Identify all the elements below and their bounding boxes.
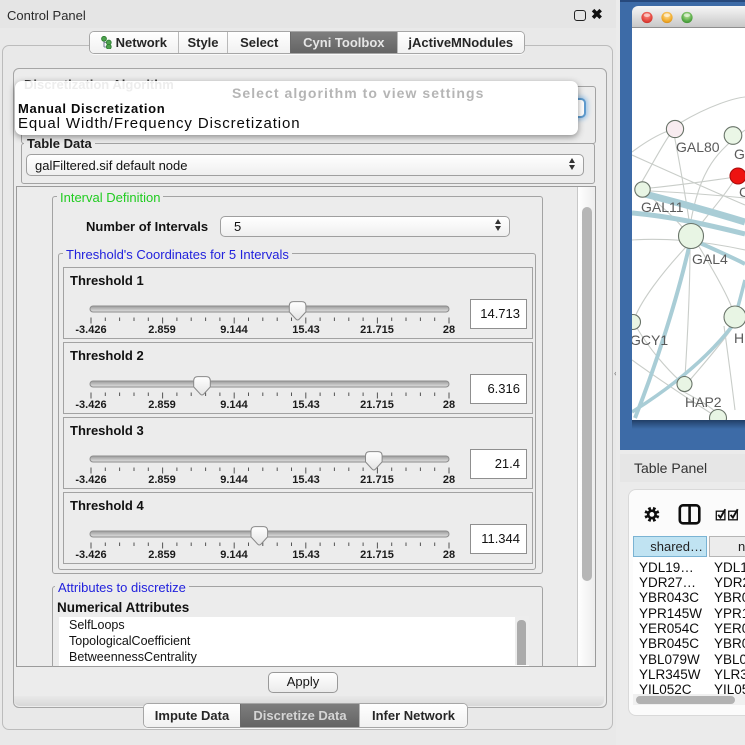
svg-text:HAP2: HAP2 bbox=[685, 394, 722, 410]
svg-text:GA: GA bbox=[734, 146, 745, 162]
svg-text:H: H bbox=[734, 330, 744, 346]
svg-text:GAL80: GAL80 bbox=[676, 139, 720, 155]
svg-text:GCY1: GCY1 bbox=[632, 332, 668, 348]
svg-text:GAL4: GAL4 bbox=[692, 251, 728, 267]
svg-text:C: C bbox=[739, 184, 745, 200]
svg-text:GAL11: GAL11 bbox=[641, 199, 684, 215]
